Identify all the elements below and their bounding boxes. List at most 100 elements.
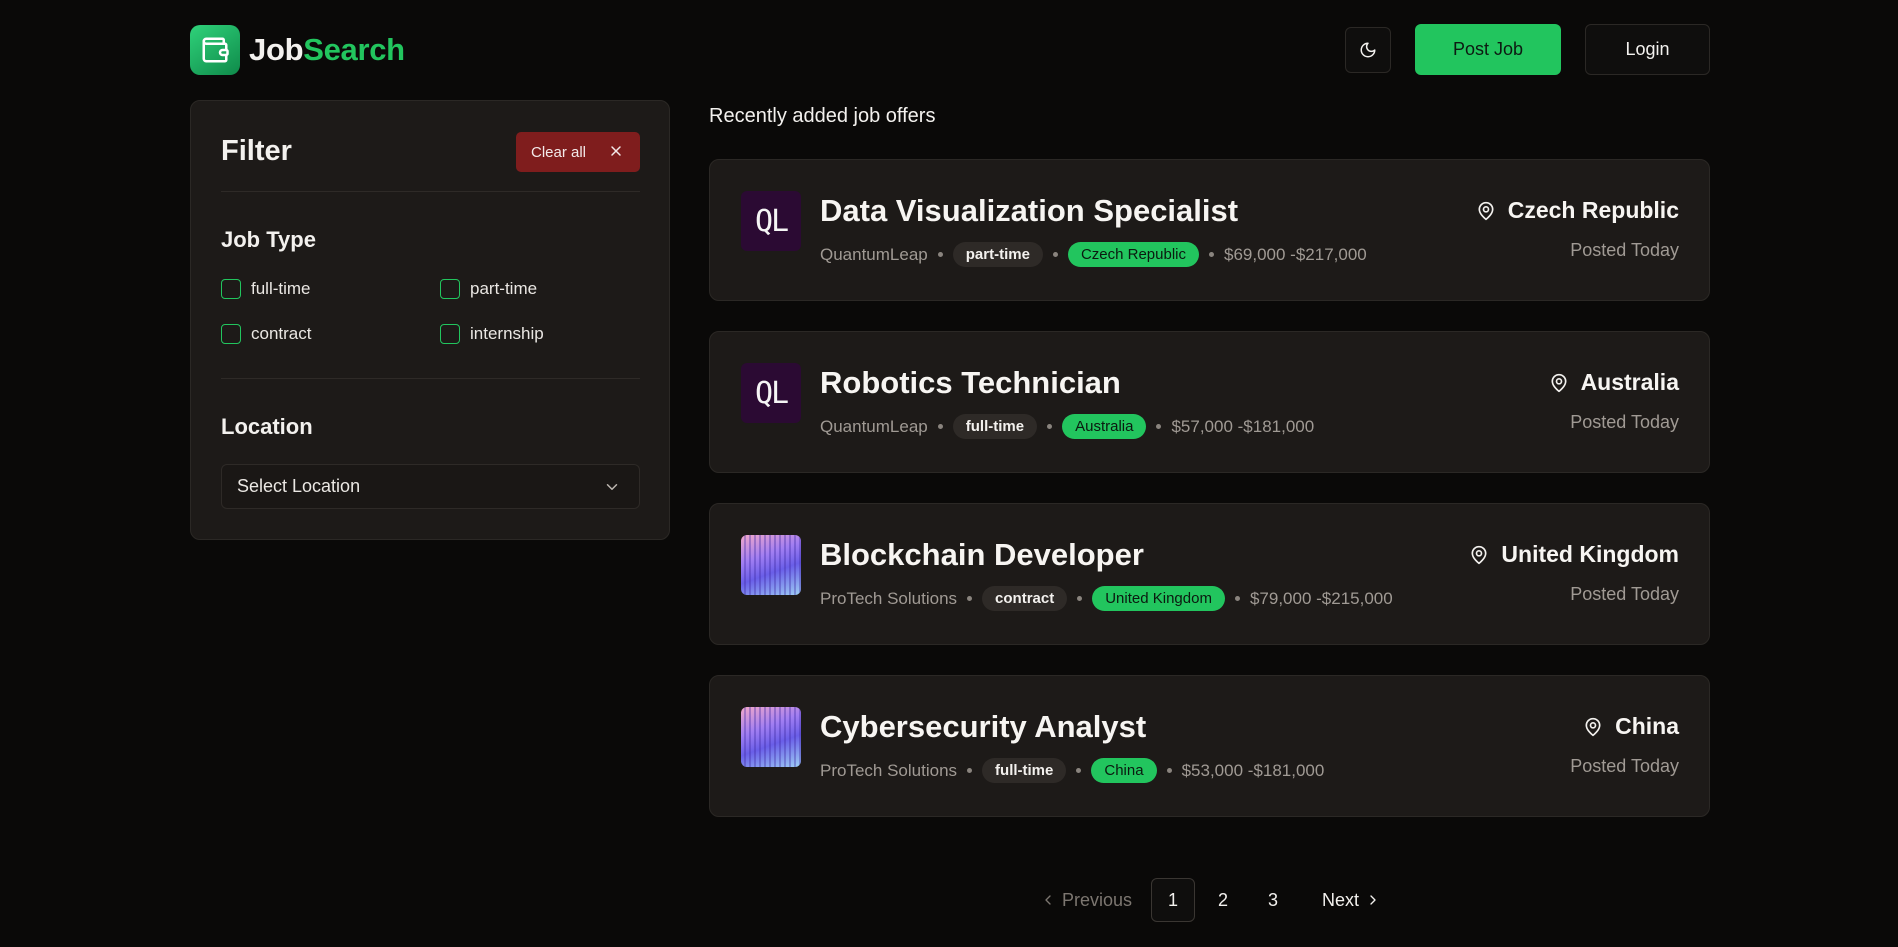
job-meta: QuantumLeap full-time Australia $57,000 … <box>820 414 1314 439</box>
separator-dot <box>1166 768 1172 773</box>
job-location: Czech Republic <box>1476 197 1679 224</box>
job-location-text: United Kingdom <box>1501 541 1679 567</box>
next-label: Next <box>1322 889 1360 910</box>
close-icon <box>611 146 621 156</box>
checkbox-label: internship <box>470 324 544 343</box>
company-logo: QL <box>741 191 801 251</box>
company-logo-text: QL <box>754 375 789 411</box>
location-badge: Australia <box>1062 414 1147 439</box>
job-location: United Kingdom <box>1469 541 1679 568</box>
job-title[interactable]: Robotics Technician <box>820 365 1121 401</box>
separator-dot <box>1047 424 1053 429</box>
checkbox-box[interactable] <box>440 324 460 344</box>
job-meta: ProTech Solutions full-time China $53,00… <box>820 758 1324 783</box>
company-logo: QL <box>741 363 801 423</box>
job-location-text: Australia <box>1580 369 1679 395</box>
page-3-button[interactable]: 3 <box>1251 878 1295 922</box>
job-type-badge: full-time <box>952 414 1038 439</box>
divider <box>221 378 640 379</box>
posted-date: Posted Today <box>1570 584 1679 604</box>
list-heading: Recently added job offers <box>709 105 936 127</box>
moon-icon <box>1360 42 1376 58</box>
job-card[interactable]: QL Robotics Technician QuantumLeap full-… <box>709 331 1710 473</box>
checkbox-box[interactable] <box>221 324 241 344</box>
filter-title: Filter <box>221 135 292 167</box>
posted-date: Posted Today <box>1570 412 1679 432</box>
checkbox-label: full-time <box>251 279 311 298</box>
checkbox-box[interactable] <box>221 279 241 299</box>
clear-all-button[interactable]: Clear all <box>516 132 640 172</box>
separator-dot <box>1156 424 1162 429</box>
separator-dot <box>967 596 973 601</box>
location-badge: United Kingdom <box>1092 586 1225 611</box>
filter-panel: Filter Clear all Job Type full-time part… <box>190 100 670 540</box>
map-pin-icon <box>1478 201 1494 220</box>
job-type-badge: part-time <box>952 242 1043 267</box>
job-card[interactable]: Cybersecurity Analyst ProTech Solutions … <box>709 675 1710 817</box>
previous-page-button[interactable]: Previous <box>1040 878 1132 922</box>
location-badge: China <box>1091 758 1157 783</box>
checkbox-full-time[interactable]: full-time <box>221 279 311 299</box>
job-card[interactable]: QL Data Visualization Specialist Quantum… <box>709 159 1710 301</box>
job-title[interactable]: Cybersecurity Analyst <box>820 709 1146 745</box>
brand-name-part1: Job <box>249 32 304 67</box>
chevron-left-icon <box>1045 895 1051 905</box>
job-location-text: China <box>1615 713 1679 739</box>
checkbox-part-time[interactable]: part-time <box>440 279 537 299</box>
company-logo-text: QL <box>754 203 789 239</box>
job-meta: ProTech Solutions contract United Kingdo… <box>820 586 1393 611</box>
separator-dot <box>1077 596 1083 601</box>
next-page-button[interactable]: Next <box>1322 878 1381 922</box>
wallet-icon <box>190 25 240 75</box>
page-2-button[interactable]: 2 <box>1201 878 1245 922</box>
theme-toggle-button[interactable] <box>1345 27 1391 73</box>
company-name: QuantumLeap <box>820 244 928 264</box>
separator-dot <box>1234 596 1240 601</box>
map-pin-icon <box>1551 373 1567 392</box>
posted-date: Posted Today <box>1570 756 1679 776</box>
job-title[interactable]: Data Visualization Specialist <box>820 193 1238 229</box>
chevron-right-icon <box>1370 895 1376 905</box>
location-select[interactable]: Select Location <box>221 464 640 509</box>
checkbox-internship[interactable]: internship <box>440 324 544 344</box>
company-logo <box>741 707 801 767</box>
separator-dot <box>937 424 943 429</box>
login-button[interactable]: Login <box>1585 24 1710 75</box>
separator-dot <box>1076 768 1082 773</box>
location-heading: Location <box>221 414 313 439</box>
salary-range: $79,000 -$215,000 <box>1249 588 1393 608</box>
location-badge: Czech Republic <box>1067 242 1199 267</box>
salary-range: $57,000 -$181,000 <box>1171 416 1315 436</box>
brand-logo[interactable]: JobSearch <box>190 24 405 76</box>
job-meta: QuantumLeap part-time Czech Republic $69… <box>820 242 1367 267</box>
job-title[interactable]: Blockchain Developer <box>820 537 1144 573</box>
map-pin-icon <box>1471 545 1487 564</box>
clear-all-label: Clear all <box>531 143 587 161</box>
separator-dot <box>967 768 973 773</box>
salary-range: $53,000 -$181,000 <box>1181 760 1325 780</box>
job-card[interactable]: Blockchain Developer ProTech Solutions c… <box>709 503 1710 645</box>
chevron-down-icon <box>606 484 618 490</box>
job-type-badge: full-time <box>982 758 1067 783</box>
company-name: ProTech Solutions <box>820 760 958 780</box>
pagination: Previous 1 2 3 Next <box>1030 878 1390 922</box>
brand-name-part2: Search <box>303 32 405 67</box>
company-name: ProTech Solutions <box>820 588 958 608</box>
previous-label: Previous <box>1062 889 1133 910</box>
job-type-badge: contract <box>982 586 1068 611</box>
separator-dot <box>1052 252 1058 257</box>
company-name: QuantumLeap <box>820 416 928 436</box>
location-select-value: Select Location <box>237 476 361 496</box>
company-logo <box>741 535 801 595</box>
checkbox-box[interactable] <box>440 279 460 299</box>
brand-name: JobSearch <box>249 32 405 68</box>
job-type-heading: Job Type <box>221 227 316 252</box>
job-location: Australia <box>1549 369 1679 396</box>
checkbox-contract[interactable]: contract <box>221 324 311 344</box>
map-pin-icon <box>1585 717 1601 736</box>
page-1-button[interactable]: 1 <box>1151 878 1195 922</box>
job-location: China <box>1583 713 1679 740</box>
separator-dot <box>937 252 943 257</box>
salary-range: $69,000 -$217,000 <box>1224 244 1367 264</box>
post-job-button[interactable]: Post Job <box>1415 24 1561 75</box>
